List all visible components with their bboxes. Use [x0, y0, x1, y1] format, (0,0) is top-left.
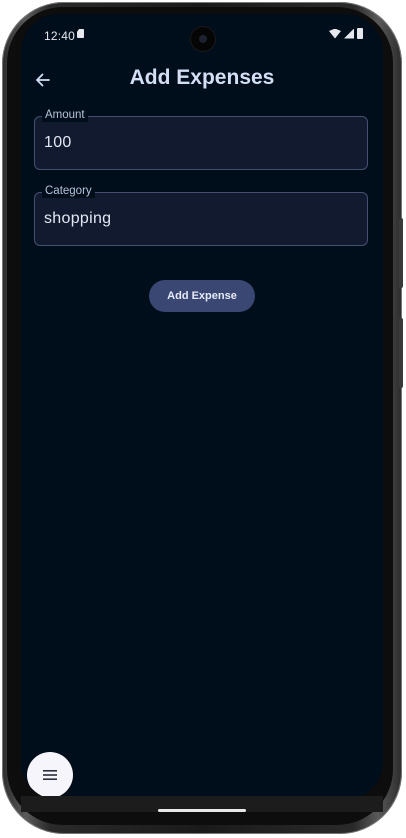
arrow-left-icon — [36, 73, 50, 87]
category-field[interactable]: Category shopping — [34, 184, 368, 246]
amount-field-value: 100 — [44, 134, 72, 151]
amount-field[interactable]: Amount 100 — [34, 108, 368, 170]
back-button[interactable] — [31, 64, 55, 96]
status-icons — [329, 28, 363, 39]
power-button — [399, 318, 403, 388]
wifi-icon — [329, 28, 341, 39]
app-screen: 12:40 Add Expenses Amount 100 Category s… — [21, 14, 383, 800]
gesture-handle[interactable] — [158, 809, 246, 812]
status-time: 12:40 — [44, 29, 76, 43]
signal-icon — [344, 28, 354, 39]
category-field-label: Category — [42, 184, 95, 198]
front-camera — [191, 27, 215, 51]
top-app-bar: Add Expenses — [21, 60, 383, 100]
sim-card-icon — [77, 29, 84, 38]
add-expense-button[interactable]: Add Expense — [149, 280, 255, 312]
category-field-value: shopping — [44, 210, 112, 227]
battery-icon — [357, 28, 363, 39]
page-title: Add Expenses — [129, 66, 275, 89]
amount-field-label: Amount — [42, 108, 88, 122]
menu-icon — [43, 770, 57, 780]
status-bar: 12:40 — [21, 14, 383, 56]
menu-fab[interactable] — [27, 752, 73, 798]
volume-button — [399, 218, 403, 288]
